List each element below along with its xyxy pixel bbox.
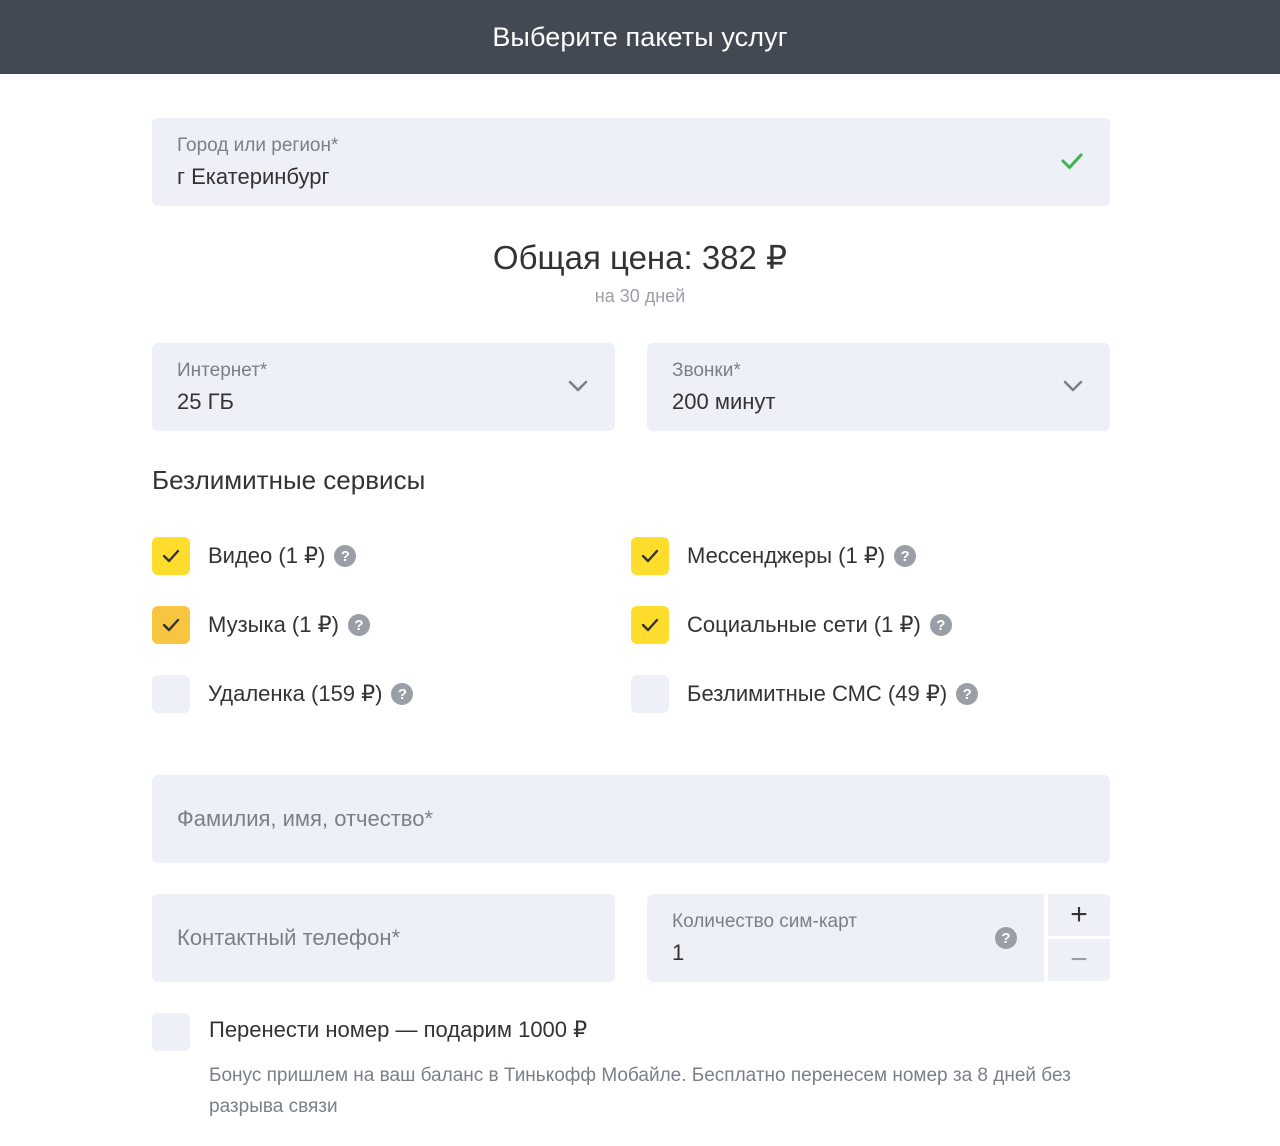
checkbox-video[interactable] <box>152 537 190 575</box>
help-icon[interactable]: ? <box>894 545 917 567</box>
service-option-remote[interactable]: Удаленка (159 ₽) ? <box>152 675 414 713</box>
chevron-down-icon <box>568 380 588 392</box>
checkbox-messengers[interactable] <box>631 537 669 575</box>
service-option-music[interactable]: Музыка (1 ₽) ? <box>152 606 370 644</box>
check-icon <box>162 618 180 632</box>
service-label: Безлимитные СМС (49 ₽) <box>687 681 948 706</box>
help-icon[interactable]: ? <box>334 545 357 567</box>
checkbox-social[interactable] <box>631 606 669 644</box>
region-field[interactable]: Город или регион* г Екатеринбург <box>152 118 1110 206</box>
sim-count-label: Количество сим-карт <box>672 911 857 932</box>
internet-select[interactable]: Интернет* 25 ГБ <box>152 343 615 431</box>
checkbox-music[interactable] <box>152 606 190 644</box>
service-label: Видео (1 ₽) <box>208 543 326 568</box>
service-option-social[interactable]: Социальные сети (1 ₽) ? <box>631 606 952 644</box>
help-icon[interactable]: ? <box>391 683 414 705</box>
chevron-down-icon <box>1063 380 1083 392</box>
check-icon <box>641 618 659 632</box>
service-option-messengers[interactable]: Мессенджеры (1 ₽) ? <box>631 537 917 575</box>
price-period: на 30 дней <box>594 286 686 306</box>
calls-value: 200 минут <box>672 389 776 414</box>
calls-label: Звонки* <box>672 360 741 381</box>
service-label: Социальные сети (1 ₽) <box>687 612 921 637</box>
calls-select[interactable]: Звонки* 200 минут <box>647 343 1110 431</box>
check-icon <box>641 549 659 563</box>
sim-count-plus-button[interactable]: + <box>1048 894 1110 936</box>
service-option-sms[interactable]: Безлимитные СМС (49 ₽) ? <box>631 675 979 713</box>
sim-count-value: 1 <box>672 940 685 965</box>
service-label: Удаленка (159 ₽) <box>208 681 383 706</box>
region-value: г Екатеринбург <box>177 164 330 189</box>
check-icon <box>162 549 180 563</box>
check-icon <box>1061 153 1083 169</box>
help-icon[interactable]: ? <box>995 927 1017 949</box>
service-label: Мессенджеры (1 ₽) <box>687 543 886 568</box>
service-label: Музыка (1 ₽) <box>208 612 339 637</box>
internet-value: 25 ГБ <box>177 389 234 414</box>
sim-count-minus-button[interactable]: − <box>1048 939 1110 981</box>
internet-label: Интернет* <box>177 360 268 381</box>
help-icon[interactable]: ? <box>956 683 979 705</box>
total-price: Общая цена: 382 ₽ <box>492 239 788 276</box>
transfer-label[interactable]: Перенести номер — подарим 1000 ₽ <box>209 1017 587 1043</box>
phone-input[interactable]: Контактный телефон* <box>152 894 615 982</box>
help-icon[interactable]: ? <box>347 614 370 636</box>
checkbox-transfer[interactable] <box>152 1013 190 1051</box>
service-option-video[interactable]: Видео (1 ₽) ? <box>152 537 357 575</box>
phone-placeholder: Контактный телефон* <box>177 925 401 950</box>
fullname-input[interactable]: Фамилия, имя, отчество* <box>152 775 1110 863</box>
page-title: Выберите пакеты услуг <box>492 21 788 52</box>
region-label: Город или регион* <box>177 135 339 156</box>
transfer-note: Бонус пришлем на ваш баланс в Тинькофф М… <box>209 1065 1071 1117</box>
help-icon[interactable]: ? <box>929 614 952 636</box>
page-header: Выберите пакеты услуг <box>0 0 1280 74</box>
sim-count-field[interactable]: Количество сим-карт 1 ? <box>647 894 1044 982</box>
services-title: Безлимитные сервисы <box>152 465 426 495</box>
checkbox-sms[interactable] <box>631 675 669 713</box>
fullname-placeholder: Фамилия, имя, отчество* <box>177 806 434 831</box>
checkbox-remote[interactable] <box>152 675 190 713</box>
